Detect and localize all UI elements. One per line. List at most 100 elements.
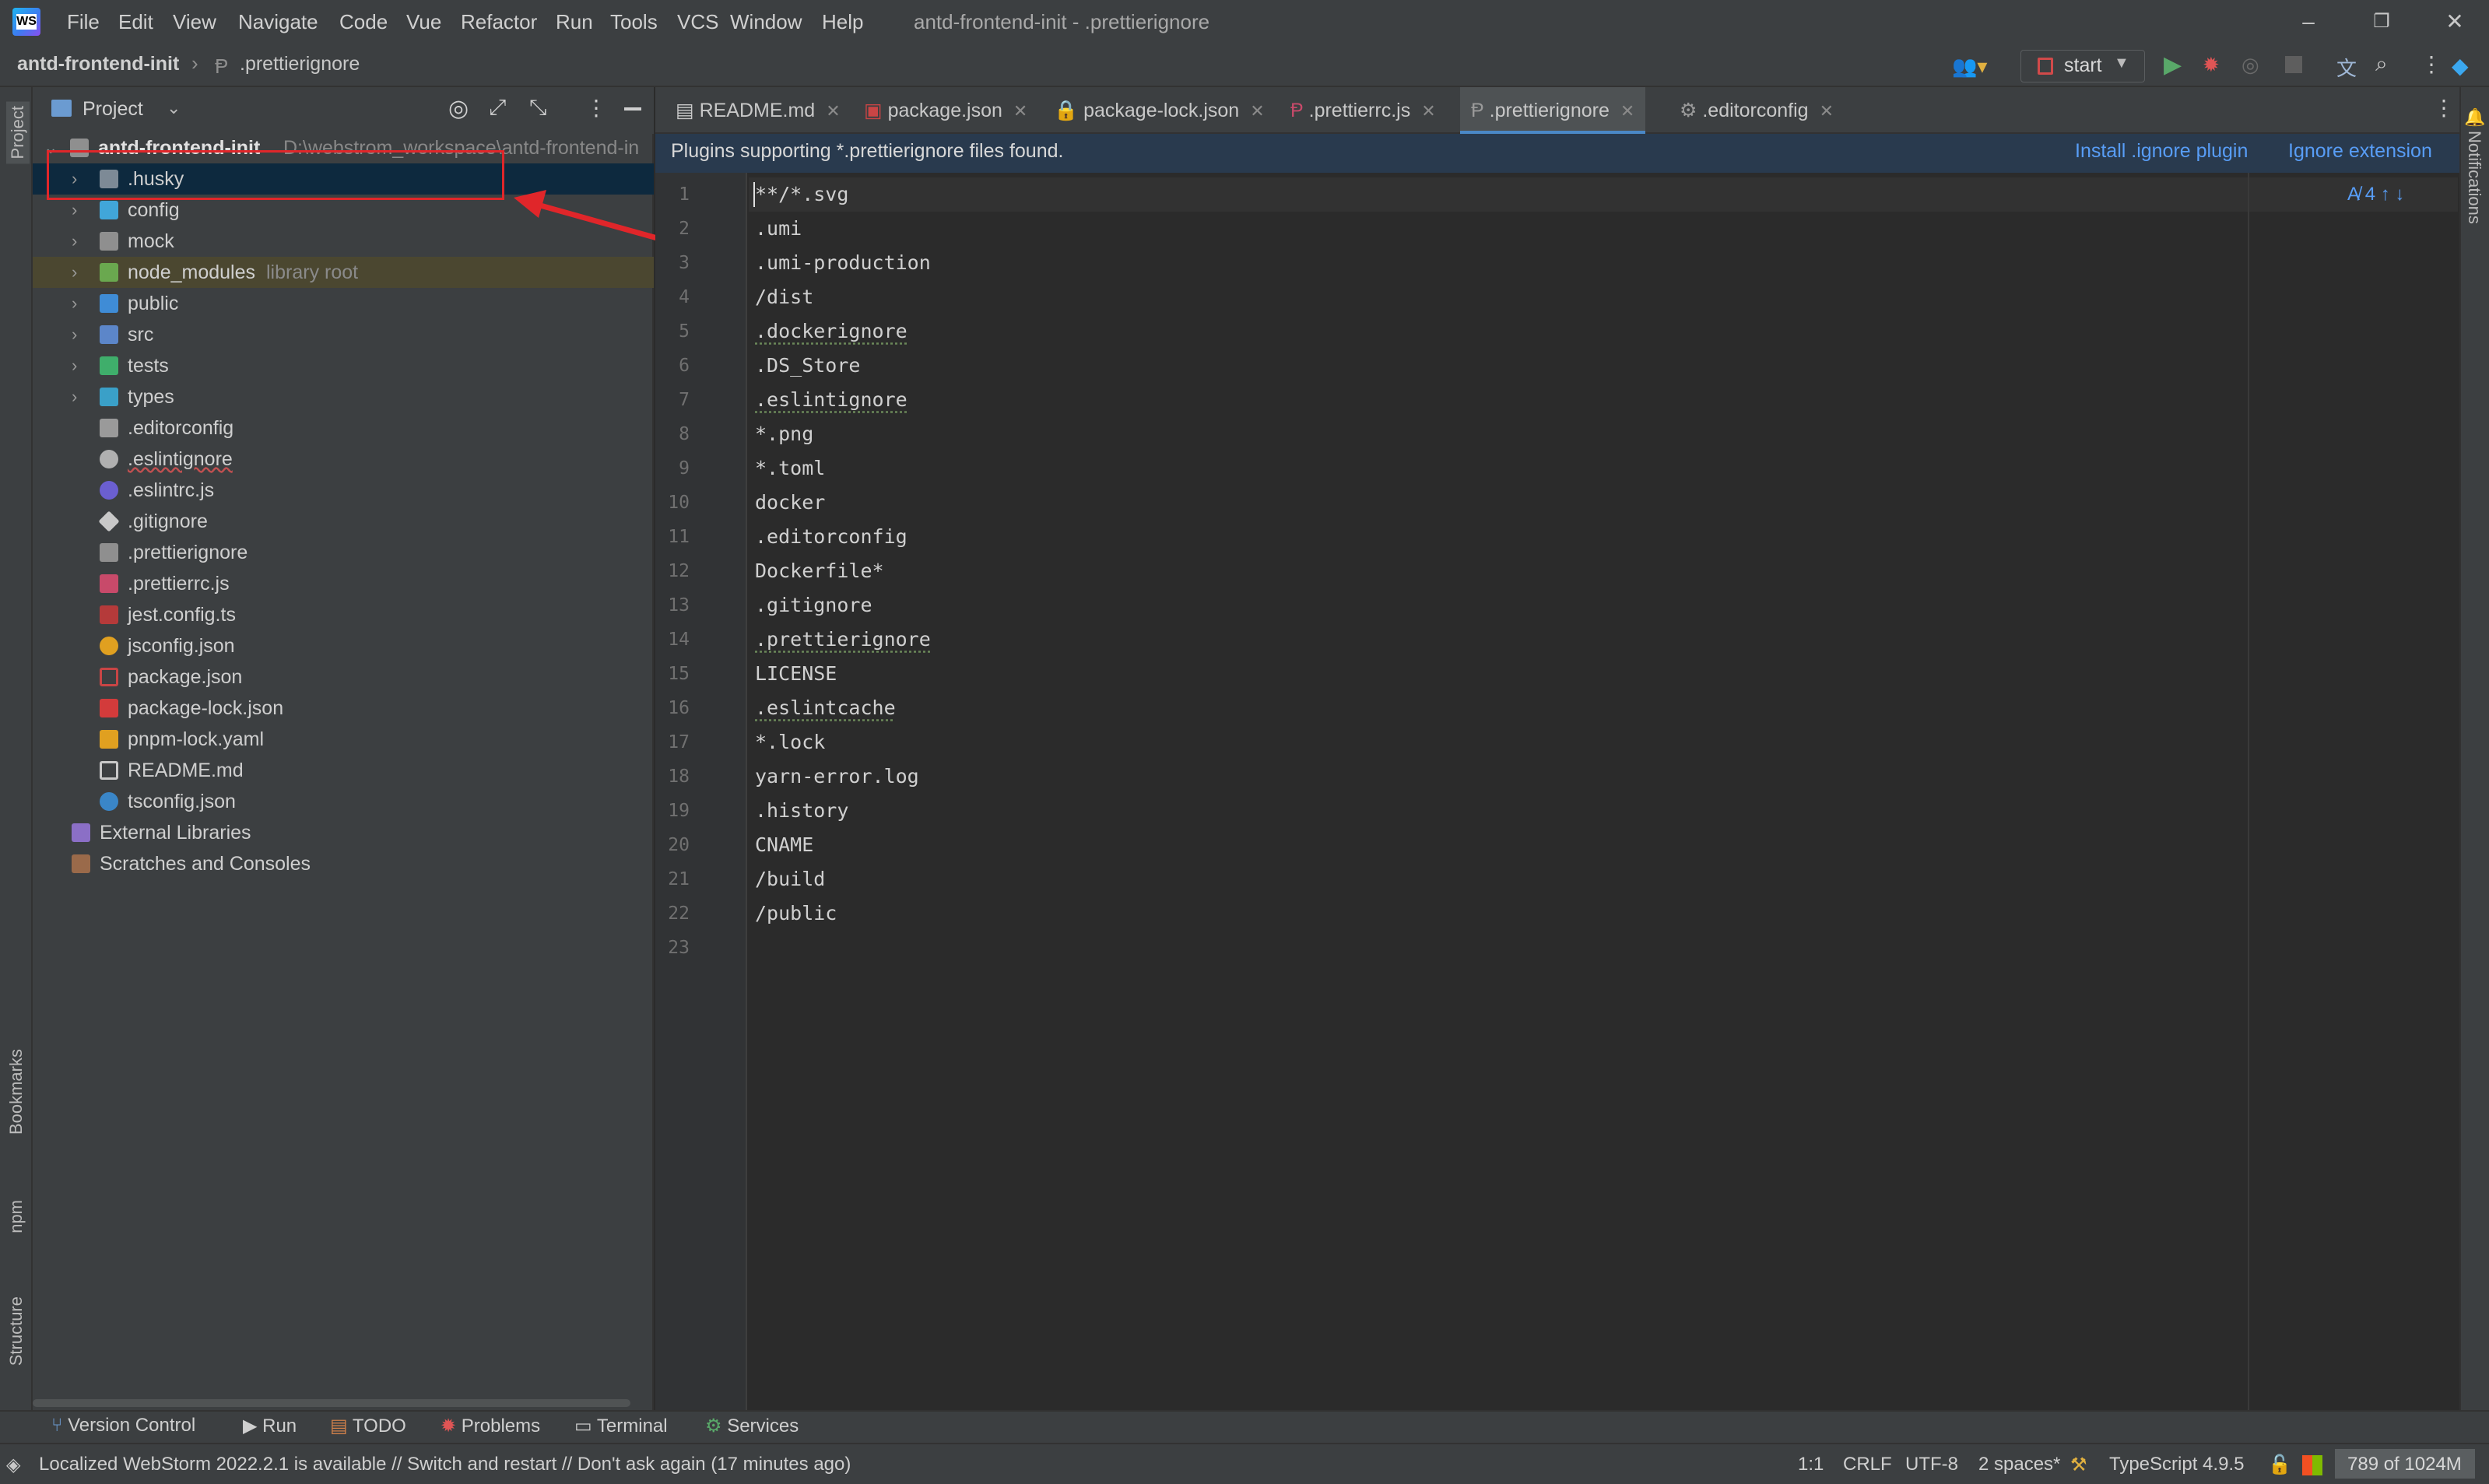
webstorm-update-icon[interactable]: ◆ — [2452, 53, 2469, 79]
problems-tab[interactable]: ✹ Problems — [441, 1415, 540, 1437]
run-tab[interactable]: ▶ Run — [243, 1415, 297, 1437]
menu-refactor[interactable]: Refactor — [461, 6, 537, 37]
tab-readme[interactable]: ▤ README.md ✕ — [668, 87, 848, 134]
tree-item-tsconfig[interactable]: tsconfig.json — [33, 786, 654, 817]
chevron-down-icon[interactable]: ⌄ — [167, 98, 181, 118]
code-line[interactable]: /dist — [755, 280, 813, 314]
code-line[interactable]: .history — [755, 794, 848, 828]
close-icon[interactable]: ✕ — [1820, 101, 1834, 121]
chevron-right-icon[interactable]: › — [72, 257, 77, 288]
coverage-icon[interactable]: ◎ — [2242, 53, 2259, 77]
expand-all-icon[interactable]: ⤢ — [489, 95, 506, 121]
menu-help[interactable]: Help — [822, 6, 863, 37]
close-icon[interactable]: ✕ — [1250, 101, 1264, 121]
tree-item-pnpm-lock[interactable]: pnpm-lock.yaml — [33, 724, 654, 755]
tree-item-readme[interactable]: README.md — [33, 755, 654, 786]
code-line[interactable]: *.png — [755, 417, 813, 451]
code-line[interactable]: .eslintcache — [755, 691, 896, 725]
close-icon[interactable]: ✕ — [1013, 101, 1027, 121]
code-line[interactable]: .umi — [755, 212, 802, 246]
code-line[interactable]: /build — [755, 862, 825, 896]
chevron-right-icon[interactable]: › — [72, 226, 77, 257]
line-separator[interactable]: CRLF — [1843, 1454, 1892, 1475]
project-view-title[interactable]: Project — [82, 98, 143, 121]
menu-file[interactable]: File — [67, 6, 100, 37]
menu-vue[interactable]: Vue — [406, 6, 441, 37]
close-icon[interactable]: ✕ — [1421, 101, 1435, 121]
file-encoding[interactable]: UTF-8 — [1905, 1454, 1958, 1475]
tab-prettierrc[interactable]: Ᵽ .prettierrc.js ✕ — [1283, 87, 1444, 134]
code-line[interactable]: .dockerignore — [755, 314, 907, 349]
inspections-widget[interactable]: A̸ 4 ↑ ↓ — [2347, 184, 2404, 205]
code-line[interactable]: .DS_Store — [755, 349, 860, 383]
options-icon[interactable]: ⋮ — [585, 95, 607, 121]
chevron-right-icon[interactable]: › — [72, 381, 77, 412]
structure-tool-tab[interactable]: Structure — [6, 1296, 26, 1366]
collapse-all-icon[interactable]: ⤡ — [529, 95, 546, 121]
restore-button[interactable]: ❐ — [2358, 6, 2405, 37]
tree-item-jest-config[interactable]: jest.config.ts — [33, 599, 654, 630]
hammer-icon[interactable]: ⚒ — [2070, 1454, 2087, 1476]
user-icon[interactable]: 👥▾ — [1952, 54, 1987, 79]
tab-package-lock[interactable]: 🔒 package-lock.json ✕ — [1046, 87, 1273, 134]
bookmarks-tool-tab[interactable]: Bookmarks — [6, 1049, 26, 1135]
terminal-tab[interactable]: ▭ Terminal — [574, 1415, 668, 1437]
menu-tools[interactable]: Tools — [610, 6, 658, 37]
tree-item-tests[interactable]: › tests — [33, 350, 654, 381]
unlock-icon[interactable]: 🔓 — [2268, 1454, 2291, 1476]
tree-item-eslintignore[interactable]: .eslintignore — [33, 444, 654, 475]
code-line[interactable]: .editorconfig — [755, 520, 907, 554]
tab-editorconfig[interactable]: ⚙ .editorconfig ✕ — [1672, 87, 1841, 134]
code-line[interactable]: .umi-production — [755, 246, 931, 280]
project-horizontal-scrollbar[interactable] — [33, 1399, 630, 1407]
stop-icon[interactable] — [2285, 56, 2302, 73]
tree-item-external-libraries[interactable]: External Libraries — [33, 817, 654, 848]
minimize-button[interactable]: – — [2285, 6, 2332, 37]
hide-panel-icon[interactable] — [624, 107, 641, 111]
menu-code[interactable]: Code — [339, 6, 388, 37]
arrow-up-icon[interactable]: ↑ — [2375, 184, 2395, 205]
menu-run[interactable]: Run — [556, 6, 593, 37]
menu-view[interactable]: View — [173, 6, 216, 37]
menu-navigate[interactable]: Navigate — [238, 6, 318, 37]
status-message[interactable]: Localized WebStorm 2022.2.1 is available… — [39, 1454, 851, 1475]
code-line[interactable]: yarn-error.log — [755, 760, 919, 794]
code-line[interactable]: .gitignore — [755, 588, 872, 623]
close-icon[interactable]: ✕ — [1620, 101, 1634, 121]
run-icon[interactable]: ▶ — [2164, 51, 2182, 79]
services-tab[interactable]: ⚙ Services — [705, 1415, 799, 1437]
caret-position[interactable]: 1:1 — [1798, 1454, 1824, 1475]
tree-item-prettierrc[interactable]: .prettierrc.js — [33, 568, 654, 599]
tree-item-public[interactable]: › public — [33, 288, 654, 319]
tree-item-eslintrc[interactable]: .eslintrc.js — [33, 475, 654, 506]
tree-item-editorconfig[interactable]: .editorconfig — [33, 412, 654, 444]
code-line[interactable]: *.toml — [755, 451, 825, 486]
ignore-extension-link[interactable]: Ignore extension — [2288, 140, 2432, 163]
tree-item-package-json[interactable]: package.json — [33, 661, 654, 693]
tab-prettierignore[interactable]: Ᵽ .prettierignore ✕ — [1460, 87, 1646, 134]
menu-vcs[interactable]: VCS — [677, 6, 718, 37]
breadcrumb-file[interactable]: .prettierignore — [240, 53, 360, 75]
code-line[interactable]: .eslintignore — [755, 383, 907, 417]
chevron-right-icon[interactable]: › — [72, 288, 77, 319]
menu-window[interactable]: Window — [730, 6, 802, 37]
code-line[interactable]: **/*.svg — [755, 177, 848, 212]
version-control-tab[interactable]: ⑂ Version Control — [51, 1415, 195, 1437]
project-tool-tab[interactable]: Project — [6, 101, 30, 164]
tab-options-icon[interactable]: ⋮ — [2433, 95, 2455, 121]
close-icon[interactable]: ✕ — [826, 101, 840, 121]
tree-item-package-lock[interactable]: package-lock.json — [33, 693, 654, 724]
code-line[interactable]: docker — [755, 486, 825, 520]
close-button[interactable]: ✕ — [2431, 6, 2478, 37]
menu-edit[interactable]: Edit — [118, 6, 153, 37]
install-plugin-link[interactable]: Install .ignore plugin — [2075, 140, 2248, 163]
code-line[interactable]: LICENSE — [755, 657, 837, 691]
translate-icon[interactable]: 文 — [2336, 53, 2357, 82]
notifications-tool-tab[interactable]: Notifications — [2464, 131, 2484, 224]
todo-tab[interactable]: ▤ TODO — [330, 1415, 406, 1437]
tree-item-jsconfig[interactable]: jsconfig.json — [33, 630, 654, 661]
tree-item-types[interactable]: › types — [33, 381, 654, 412]
npm-tool-tab[interactable]: npm — [6, 1200, 26, 1233]
tree-item-src[interactable]: › src — [33, 319, 654, 350]
more-actions-icon[interactable]: ⋮ — [2421, 51, 2442, 77]
